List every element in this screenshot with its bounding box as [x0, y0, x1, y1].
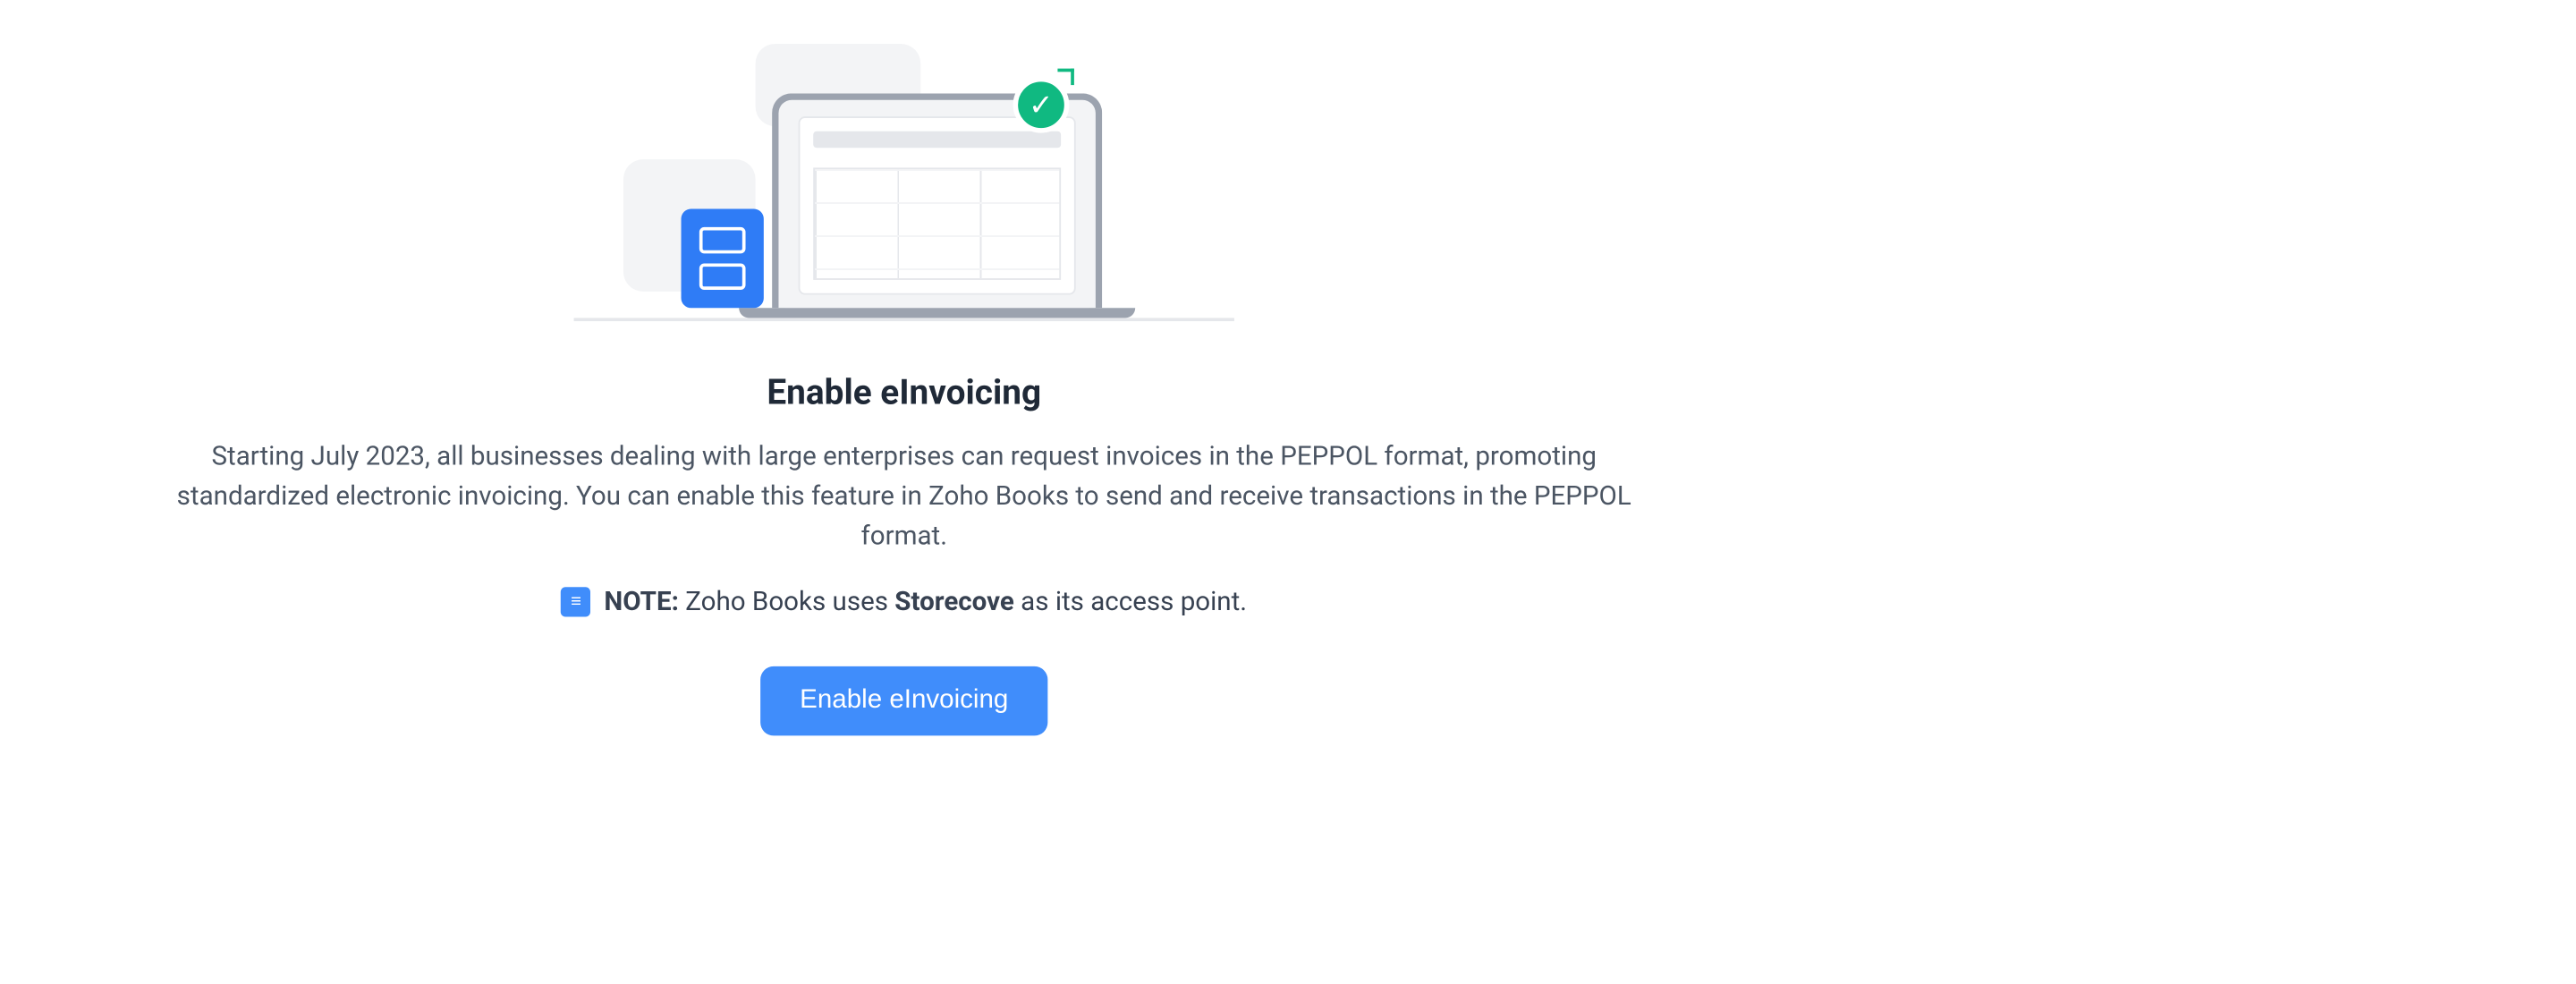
note-row: ≡ NOTE: Zoho Books uses Storecove as its… [145, 585, 1664, 616]
note-text: NOTE: Zoho Books uses Storecove as its a… [604, 585, 1247, 616]
einvoicing-illustration: ✓ [574, 44, 1234, 341]
enable-einvoicing-button[interactable]: Enable eInvoicing [760, 666, 1048, 736]
checkmark-badge-icon: ✓ [1013, 77, 1070, 133]
server-icon [682, 209, 764, 309]
hero-section: ✓ Enable eInvoicing Starting July 2023, … [145, 44, 1664, 735]
note-icon: ≡ [561, 586, 590, 615]
hero-heading: Enable eInvoicing [145, 374, 1664, 413]
main-content: eInvoicing ✓ Enable eInvoicing Starting … [0, 0, 1986, 764]
hero-description: Starting July 2023, all businesses deali… [145, 437, 1664, 556]
